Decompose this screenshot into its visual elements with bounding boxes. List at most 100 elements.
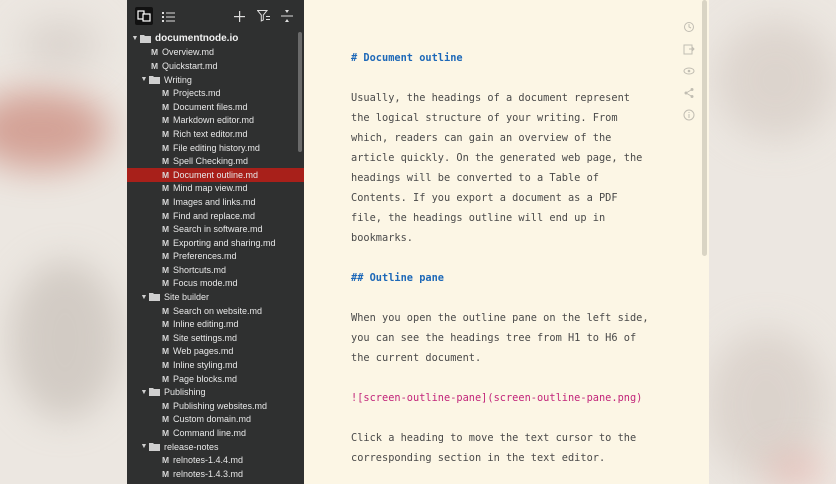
list-item[interactable]: M Inline editing.md [127, 317, 304, 331]
list-item[interactable]: M Document files.md [127, 100, 304, 114]
markdown-editor[interactable]: # Document outline Usually, the headings… [304, 0, 709, 484]
export-icon[interactable] [683, 42, 695, 56]
text-line: headings will be converted to a Table of [351, 172, 599, 184]
markdown-icon: M [162, 373, 170, 384]
list-item[interactable]: M Rich text editor.md [127, 127, 304, 141]
list-item[interactable]: M Images and links.md [127, 195, 304, 209]
list-item[interactable]: M Site settings.md [127, 331, 304, 345]
chevron-down-icon[interactable]: ▼ [139, 389, 149, 396]
list-item[interactable]: M Shortcuts.md [127, 263, 304, 277]
text-line: When you open the outline pane on the le… [351, 312, 649, 324]
editor-content[interactable]: # Document outline Usually, the headings… [351, 48, 651, 468]
text-line: Usually, the headings of a document repr… [351, 92, 630, 104]
markdown-icon: M [162, 332, 170, 343]
markdown-icon: M [162, 360, 170, 371]
list-item[interactable]: M Search on website.md [127, 304, 304, 318]
list-icon[interactable] [159, 7, 177, 25]
list-item[interactable]: M Command line.md [127, 426, 304, 440]
file-label: Focus mode.md [173, 278, 238, 289]
collapse-icon[interactable] [278, 7, 296, 25]
text-line: article quickly. On the generated web pa… [351, 152, 643, 164]
file-label: Inline styling.md [173, 360, 238, 371]
list-item[interactable]: Mrelnotes-1.4.3.md [127, 467, 304, 481]
history-icon[interactable] [683, 20, 695, 34]
folder-label: Site builder [164, 292, 210, 303]
markdown-icon: M [162, 115, 170, 126]
sidebar-scrollbar[interactable] [298, 32, 302, 152]
chevron-down-icon[interactable]: ▼ [130, 35, 140, 42]
list-item[interactable]: M Preferences.md [127, 250, 304, 264]
file-label: Shortcuts.md [173, 264, 227, 275]
text-line: bookmarks. [351, 232, 413, 244]
editor-scrollbar[interactable] [702, 0, 707, 256]
folder-icon [149, 75, 160, 84]
image-markdown: ![screen-outline-pane](screen-outline-pa… [351, 392, 643, 404]
chevron-down-icon[interactable]: ▼ [139, 294, 149, 301]
markdown-icon: M [162, 88, 170, 99]
app-window: ▼ documentnode.io M Overview.md M Quicks… [127, 0, 709, 484]
folder-site-builder[interactable]: ▼ Site builder [127, 290, 304, 304]
list-item[interactable]: M Exporting and sharing.md [127, 236, 304, 250]
list-item[interactable]: M Spell Checking.md [127, 154, 304, 168]
list-item[interactable]: M Web pages.md [127, 345, 304, 359]
file-label: relnotes-1.4.3.md [173, 468, 244, 479]
info-icon[interactable] [683, 108, 695, 122]
share-icon[interactable] [683, 86, 695, 100]
plus-icon[interactable] [230, 7, 248, 25]
file-label: Publishing websites.md [173, 400, 268, 411]
tree-root-label: documentnode.io [155, 33, 239, 45]
list-item[interactable]: M Search in software.md [127, 222, 304, 236]
list-item[interactable]: M Markdown editor.md [127, 114, 304, 128]
text-line: the logical structure of your writing. F… [351, 112, 618, 124]
file-tree: ▼ documentnode.io M Overview.md M Quicks… [127, 32, 304, 481]
text-line: Click a heading to move the text cursor … [351, 432, 637, 444]
file-label: Spell Checking.md [173, 156, 249, 167]
list-item[interactable]: M Mind map view.md [127, 182, 304, 196]
editor-side-icons [683, 20, 695, 122]
text-line: Contents. If you export a document as a … [351, 192, 618, 204]
tree-root[interactable]: ▼ documentnode.io [127, 32, 304, 46]
markdown-icon: M [151, 60, 159, 71]
list-item-selected[interactable]: M Document outline.md [127, 167, 304, 182]
list-item[interactable]: M Find and replace.md [127, 209, 304, 223]
file-label: Custom domain.md [173, 414, 252, 425]
markdown-icon: M [162, 264, 170, 275]
folder-publishing[interactable]: ▼ Publishing [127, 385, 304, 399]
list-item[interactable]: M File editing history.md [127, 141, 304, 155]
list-item[interactable]: M Custom domain.md [127, 413, 304, 427]
list-item[interactable]: M Overview.md [127, 46, 304, 60]
markdown-icon: M [162, 183, 170, 194]
markdown-icon: M [162, 346, 170, 357]
folder-label: Publishing [164, 387, 206, 398]
file-label: Projects.md [173, 88, 221, 99]
markdown-icon: M [162, 455, 170, 466]
filter-icon[interactable] [254, 7, 272, 25]
markdown-icon: M [162, 251, 170, 262]
list-item[interactable]: M Projects.md [127, 86, 304, 100]
file-label: Quickstart.md [162, 60, 218, 71]
sidebar-toolbar [127, 0, 304, 32]
file-label: Images and links.md [173, 196, 256, 207]
file-label: Inline editing.md [173, 319, 239, 330]
folder-writing[interactable]: ▼ Writing [127, 73, 304, 87]
folder-icon [140, 34, 151, 43]
heading-2: ## Outline pane [351, 272, 444, 284]
list-item[interactable]: M Inline styling.md [127, 358, 304, 372]
text-line: you can see the headings tree from H1 to… [351, 332, 637, 344]
markdown-icon: M [162, 428, 170, 439]
chevron-down-icon[interactable]: ▼ [139, 76, 149, 83]
files-icon[interactable] [135, 7, 153, 25]
list-item[interactable]: M Focus mode.md [127, 277, 304, 291]
chevron-down-icon[interactable]: ▼ [139, 443, 149, 450]
preview-icon[interactable] [683, 64, 695, 78]
list-item[interactable]: M Quickstart.md [127, 59, 304, 73]
folder-release-notes[interactable]: ▼ release-notes [127, 440, 304, 454]
markdown-icon: M [162, 210, 170, 221]
markdown-icon: M [162, 196, 170, 207]
list-item[interactable]: M Page blocks.md [127, 372, 304, 386]
list-item[interactable]: M Publishing websites.md [127, 399, 304, 413]
list-item[interactable]: Mrelnotes-1.4.4.md [127, 453, 304, 467]
markdown-icon: M [162, 305, 170, 316]
file-label: Preferences.md [173, 251, 237, 262]
folder-label: release-notes [164, 441, 219, 452]
